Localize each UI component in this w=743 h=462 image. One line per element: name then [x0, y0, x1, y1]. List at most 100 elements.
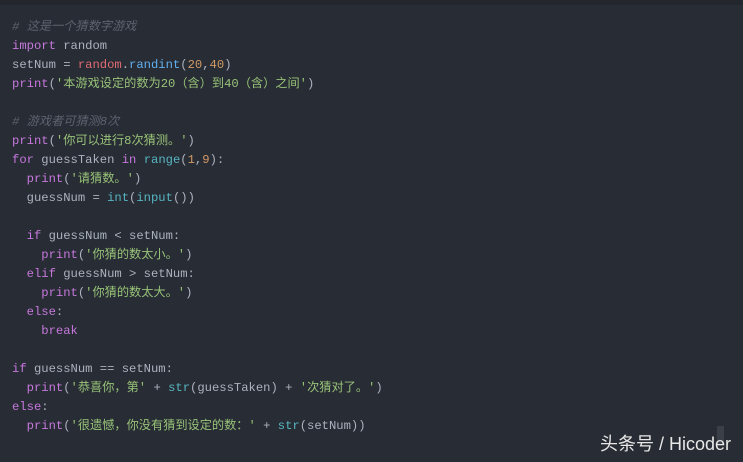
- code-line: if guessNum == setNum:: [12, 360, 383, 379]
- top-border: [0, 0, 743, 5]
- code-token-plain: ): [224, 58, 232, 72]
- code-token-str: '你可以进行8次猜测。': [55, 134, 188, 148]
- code-token-plain: random: [55, 39, 108, 53]
- code-token-kw: import: [12, 39, 56, 53]
- code-token-str: '很遗憾，你没有猜到设定的数：': [70, 419, 256, 433]
- code-token-bi: int: [107, 191, 130, 205]
- code-token-num: 9: [202, 153, 210, 167]
- code-token-bi: str: [168, 381, 191, 395]
- code-token-kw: print: [12, 77, 49, 91]
- code-line: import random: [12, 37, 383, 56]
- code-token-plain: (: [48, 134, 56, 148]
- watermark: 头条号 / Hicoder: [599, 434, 731, 454]
- code-token-plain: ): [375, 381, 383, 395]
- code-token-plain: ): [185, 248, 193, 262]
- code-token-kw: else: [26, 305, 56, 319]
- code-token-kw: break: [41, 324, 78, 338]
- code-line: print('本游戏设定的数为20（含）到40（含）之间'): [12, 75, 383, 94]
- code-token-plain: (: [48, 77, 56, 91]
- code-token-kw: print: [41, 286, 78, 300]
- code-token-plain: ): [187, 134, 195, 148]
- code-token-kw: print: [41, 248, 78, 262]
- code-token-str: '恭喜你，第': [70, 381, 147, 395]
- code-token-kw: print: [26, 419, 64, 433]
- code-token-plain: ): [306, 77, 315, 91]
- code-token-str: '次猜对了。': [299, 381, 376, 395]
- code-token-plain: (: [63, 419, 71, 433]
- code-line: print('你猜的数太小。'): [12, 246, 383, 265]
- code-line: break: [12, 322, 383, 341]
- code-token-plain: (: [63, 381, 71, 395]
- code-token-plain: guessNum == setNum:: [26, 362, 173, 376]
- code-token-kw: elif: [26, 267, 56, 281]
- code-token-bi: str: [277, 419, 300, 433]
- code-token-kw: for: [12, 153, 34, 167]
- code-line: print('你可以进行8次猜测。'): [12, 132, 383, 151]
- code-line: else:: [12, 398, 383, 417]
- code-token-plain: +: [255, 419, 278, 433]
- code-line: print('你猜的数太大。'): [12, 284, 383, 303]
- code-token-bi: range: [143, 153, 181, 167]
- code-line: elif guessNum > setNum:: [12, 265, 383, 284]
- code-token-bi: input: [136, 191, 173, 205]
- code-token-num: 1: [187, 153, 195, 167]
- code-token-plain: (guessTaken) +: [190, 381, 300, 395]
- code-token-plain: (setNum)): [299, 419, 366, 433]
- code-line: print('恭喜你，第' + str(guessTaken) + '次猜对了。…: [12, 379, 383, 398]
- code-line: # 这是一个猜数字游戏: [12, 18, 383, 37]
- code-token-plain: ,: [202, 58, 210, 72]
- code-token-mod: random: [77, 58, 122, 72]
- code-line: print('很遗憾，你没有猜到设定的数：' + str(setNum)): [12, 417, 383, 436]
- code-token-plain: guessNum =: [12, 191, 108, 205]
- code-token-kw: print: [26, 172, 64, 186]
- code-token-str: '本游戏设定的数为20（含）到40（含）之间': [55, 77, 307, 91]
- code-token-str: '请猜数。': [70, 172, 134, 186]
- code-token-plain: +: [146, 381, 169, 395]
- code-token-kw: in: [121, 153, 137, 167]
- code-line: # 游戏者可猜测8次: [12, 113, 383, 132]
- code-token-plain: guessNum < setNum:: [41, 229, 181, 243]
- code-token-fn: randint: [129, 58, 181, 72]
- code-token-plain: setNum =: [12, 58, 78, 72]
- code-token-str: '你猜的数太小。': [85, 248, 186, 262]
- code-line: setNum = random.randint(20,40): [12, 56, 383, 75]
- code-token-kw: print: [26, 381, 64, 395]
- code-token-plain: ()): [172, 191, 195, 205]
- code-token-plain: ): [185, 286, 193, 300]
- code-editor[interactable]: # 这是一个猜数字游戏 import random setNum = random.…: [12, 18, 383, 436]
- code-line: else:: [12, 303, 383, 322]
- code-token-kw: if: [12, 362, 27, 376]
- code-token-str: '你猜的数太大。': [85, 286, 186, 300]
- code-token-plain: ):: [209, 153, 225, 167]
- code-token-cm: # 这是一个猜数字游戏: [12, 20, 137, 34]
- code-line: for guessTaken in range(1,9):: [12, 151, 383, 170]
- code-token-plain: (: [180, 58, 188, 72]
- code-line: if guessNum < setNum:: [12, 227, 383, 246]
- code-token-plain: (: [180, 153, 188, 167]
- code-token-plain: guessNum > setNum:: [55, 267, 195, 281]
- code-token-kw: print: [12, 134, 49, 148]
- code-token-kw: if: [26, 229, 42, 243]
- code-line: print('请猜数。'): [12, 170, 383, 189]
- code-token-num: 40: [209, 58, 225, 72]
- code-line: guessNum = int(input()): [12, 189, 383, 208]
- code-token-plain: :: [41, 400, 49, 414]
- code-token-plain: :: [55, 305, 64, 319]
- code-token-plain: .: [121, 58, 130, 72]
- code-token-cm: # 游戏者可猜测8次: [12, 115, 120, 129]
- code-token-kw: else: [12, 400, 42, 414]
- code-token-plain: guessTaken: [33, 153, 122, 167]
